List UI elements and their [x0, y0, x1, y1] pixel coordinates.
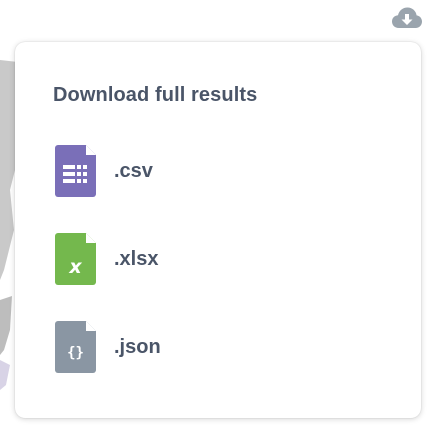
csv-option-label: .csv: [114, 159, 153, 182]
svg-text:{}: {}: [67, 345, 84, 361]
svg-text:x: x: [68, 256, 82, 278]
download-popover: Download full results .csv x .xlsx {} .j…: [15, 42, 421, 418]
download-json-option[interactable]: {} .json: [55, 321, 161, 373]
download-csv-option[interactable]: .csv: [55, 145, 153, 197]
xlsx-option-label: .xlsx: [114, 247, 159, 270]
download-results-button[interactable]: [390, 4, 424, 32]
popover-title: Download full results: [53, 84, 258, 106]
json-file-icon: {}: [55, 321, 96, 373]
csv-file-icon: [55, 145, 96, 197]
cloud-download-icon: [392, 7, 422, 28]
xlsx-file-icon: x: [55, 233, 96, 285]
download-xlsx-option[interactable]: x .xlsx: [55, 233, 158, 285]
json-option-label: .json: [114, 335, 161, 358]
